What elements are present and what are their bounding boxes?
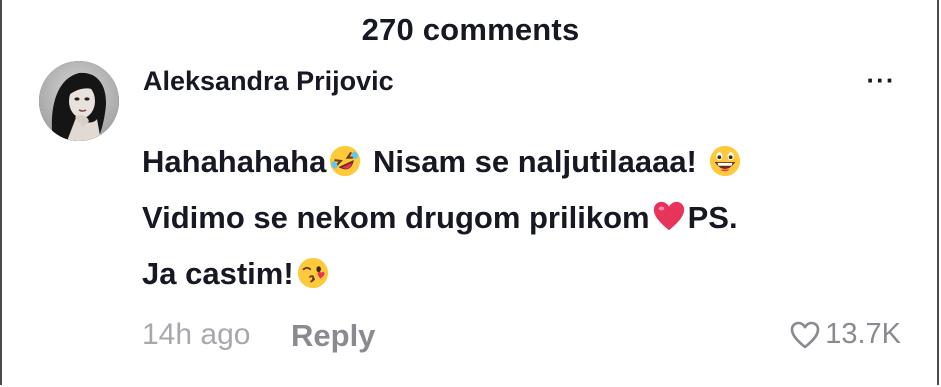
more-dots-icon: ··· <box>866 65 896 95</box>
grinning-emoji <box>709 145 740 177</box>
reply-button[interactable]: Reply <box>291 318 375 354</box>
comment-text-segment: Ja castim! <box>142 256 294 291</box>
comment-text-segment: PS. <box>687 200 738 235</box>
heart-outline-icon <box>790 321 820 348</box>
like-button[interactable]: 13.7K <box>789 318 901 351</box>
red-heart-emoji <box>653 201 684 231</box>
likes-count: 13.7K <box>825 318 901 350</box>
avatar[interactable] <box>39 61 119 141</box>
comment-username[interactable]: Aleksandra Prijovic <box>143 66 394 97</box>
comment-line-1: Hahahahaha Nisam se naljutilaaaa! <box>142 134 902 190</box>
comment-body: Hahahahaha Nisam se naljutilaaaa! Vidimo… <box>142 134 902 302</box>
comment-text-segment: Vidimo se nekom drugom prilikom <box>142 200 650 235</box>
comment-text-segment: Hahahahaha <box>142 144 327 179</box>
comments-count-title: 270 comments <box>361 12 580 47</box>
comment-line-3: Ja castim! <box>142 246 902 302</box>
kissing-heart-emoji <box>297 257 328 289</box>
rolling-laughing-emoji <box>330 145 361 177</box>
comment-text-segment: Nisam se naljutilaaaa! <box>364 144 706 179</box>
comment-timestamp: 14h ago <box>142 318 251 351</box>
avatar-photo <box>39 61 119 141</box>
comment-line-2: Vidimo se nekom drugom prilikom PS. <box>142 190 902 246</box>
more-options-button[interactable]: ··· <box>860 62 902 98</box>
